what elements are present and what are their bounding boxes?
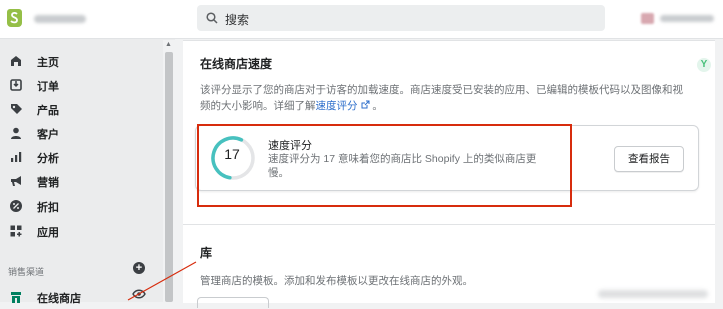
bar-chart-icon bbox=[11, 152, 22, 162]
main-scrollbar[interactable] bbox=[715, 40, 723, 302]
person-icon bbox=[11, 127, 21, 139]
speed-section-title: 在线商店速度 bbox=[200, 57, 273, 71]
sidebar-item-label: 产品 bbox=[37, 105, 59, 117]
sidebar-item-label: 主页 bbox=[37, 57, 59, 69]
top-bar: 搜索 bbox=[0, 0, 723, 39]
sales-channels-heading: 销售渠道 bbox=[8, 267, 45, 277]
speed-description: 该评分显示了您的商店对于访客的加载速度。商店速度受已安装的应用、已编辑的模板代码… bbox=[200, 84, 683, 112]
sidebar-item-label: 订单 bbox=[37, 81, 59, 93]
home-icon bbox=[11, 56, 21, 66]
user-name-blurred[interactable] bbox=[660, 15, 714, 22]
library-action-button[interactable] bbox=[197, 297, 269, 308]
avatar[interactable] bbox=[641, 13, 654, 24]
sidebar-item-label: 折扣 bbox=[37, 202, 59, 214]
sidebar-item-orders[interactable]: 订单 bbox=[0, 75, 160, 97]
sidebar-item-discounts[interactable]: 折扣 bbox=[0, 196, 160, 218]
sidebar-item-customers[interactable]: 客户 bbox=[0, 123, 160, 145]
sidebar-item-label: 在线商店 bbox=[37, 293, 81, 305]
shopify-logo-icon[interactable] bbox=[7, 9, 22, 27]
external-link-icon bbox=[361, 100, 369, 109]
orders-icon bbox=[10, 79, 22, 91]
divider bbox=[183, 224, 715, 225]
online-store-speed-card: 在线商店速度 该评分显示了您的商店对于访客的加载速度。商店速度受已安装的应用、已… bbox=[183, 40, 715, 308]
discount-icon bbox=[10, 200, 22, 212]
speed-description-text: 该评分显示了您的商店对于访客的加载速度。商店速度受已安装的应用、已编辑的模板代码… bbox=[200, 84, 683, 112]
highlight-box bbox=[197, 124, 572, 207]
sidebar-item-label: 营销 bbox=[37, 177, 59, 189]
library-section-title: 库 bbox=[200, 246, 213, 260]
sidebar-item-label: 应用 bbox=[37, 227, 59, 239]
sidebar-item-analytics[interactable]: 分析 bbox=[0, 147, 160, 169]
sidebar-item-home[interactable]: 主页 bbox=[0, 51, 160, 73]
megaphone-icon bbox=[11, 176, 21, 186]
search-input[interactable]: 搜索 bbox=[197, 5, 605, 31]
library-description: 管理商店的模板。添加和发布模板以更改在线商店的外观。 bbox=[200, 275, 473, 287]
view-report-button[interactable]: 查看报告 bbox=[614, 146, 684, 172]
tag-icon bbox=[11, 104, 22, 114]
apps-icon bbox=[10, 225, 22, 237]
sidebar-item-products[interactable]: 产品 bbox=[0, 99, 160, 121]
scroll-up-arrow-icon[interactable]: ▲ bbox=[165, 41, 172, 48]
store-name-blurred[interactable] bbox=[34, 15, 86, 23]
search-placeholder: 搜索 bbox=[225, 13, 250, 27]
assistant-badge-icon[interactable]: Y bbox=[697, 58, 711, 72]
sidebar-item-label: 分析 bbox=[37, 153, 59, 165]
sidebar-item-apps[interactable]: 应用 bbox=[0, 221, 160, 243]
speed-score-link[interactable]: 速度评分 bbox=[316, 100, 358, 112]
sidebar-item-label: 客户 bbox=[37, 129, 59, 141]
annotation-arrow bbox=[127, 261, 197, 301]
sidebar-item-marketing[interactable]: 营销 bbox=[0, 171, 160, 193]
watermark-blurred bbox=[598, 290, 708, 298]
search-icon bbox=[206, 12, 218, 24]
